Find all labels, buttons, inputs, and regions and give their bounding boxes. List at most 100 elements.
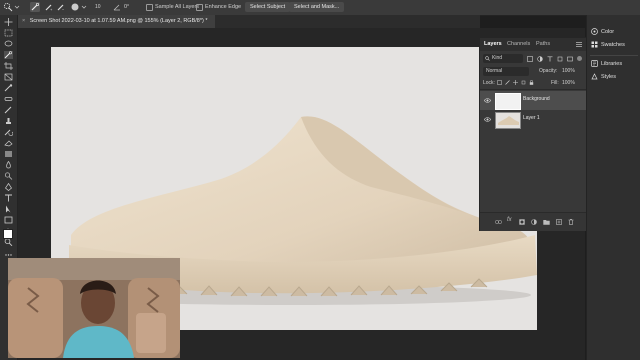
- brush-size-value[interactable]: 10: [95, 2, 101, 12]
- angle-icon: [113, 4, 120, 11]
- sample-all-layers-label: Sample All Layers: [155, 4, 200, 10]
- filter-shape-icon[interactable]: [557, 56, 563, 62]
- filter-smart-object-icon[interactable]: [567, 56, 573, 62]
- svg-text:−: −: [62, 7, 65, 12]
- select-subject-button[interactable]: Select Subject: [245, 2, 291, 12]
- search-icon: [485, 56, 490, 61]
- lock-all-icon[interactable]: [529, 80, 534, 85]
- rectangular-marquee-tool-icon[interactable]: [4, 29, 13, 37]
- new-selection-brush-icon[interactable]: [30, 2, 40, 12]
- options-bar: + − 10 0° Sample All Layers Enhance Edge…: [0, 0, 640, 16]
- filter-type-icon[interactable]: [547, 56, 553, 62]
- quick-selection-tool-icon[interactable]: [3, 2, 13, 12]
- gradient-tool-icon[interactable]: [4, 150, 13, 158]
- eyedropper-tool-icon[interactable]: [4, 84, 13, 92]
- blend-mode-value: Normal: [486, 68, 503, 74]
- dodge-tool-icon[interactable]: [4, 172, 13, 180]
- dock-divider: [590, 55, 638, 56]
- close-tab-icon[interactable]: ×: [18, 18, 25, 24]
- zoom-tool-icon[interactable]: [4, 238, 13, 246]
- blend-mode-select[interactable]: Normal: [483, 67, 529, 76]
- layer-thumbnail: [495, 112, 521, 129]
- brush-options-chevron-icon[interactable]: [81, 2, 87, 12]
- document-tab-title: Screen Shot 2022-03-10 at 1.07.59 AM.png…: [29, 18, 208, 24]
- add-mask-icon[interactable]: [519, 219, 525, 225]
- layer-thumbnail: [495, 93, 521, 110]
- dock-swatches[interactable]: Swatches: [591, 40, 625, 50]
- layer-row[interactable]: Background: [480, 91, 586, 110]
- svg-text:+: +: [50, 7, 53, 12]
- dock-libraries-label: Libraries: [601, 61, 623, 67]
- lock-position-icon[interactable]: [513, 80, 518, 85]
- opacity-label: Opacity:: [539, 68, 558, 74]
- brush-tool-icon[interactable]: [4, 106, 13, 114]
- path-selection-tool-icon[interactable]: [4, 205, 13, 213]
- layer-row[interactable]: Layer 1: [480, 110, 586, 129]
- brush-options-icon[interactable]: [70, 2, 80, 12]
- dock-styles[interactable]: Styles: [591, 72, 616, 82]
- tab-paths[interactable]: Paths: [536, 38, 550, 51]
- sample-all-layers-checkbox[interactable]: [146, 4, 153, 11]
- layer-style-fx-icon[interactable]: fx: [507, 217, 512, 223]
- lock-transparent-icon[interactable]: [497, 80, 502, 85]
- enhance-edge-label: Enhance Edge: [205, 4, 242, 10]
- frame-tool-icon[interactable]: [4, 73, 13, 81]
- visibility-eye-icon[interactable]: [484, 97, 491, 104]
- eraser-tool-icon[interactable]: [4, 139, 13, 147]
- dock-color-label: Color: [601, 29, 615, 35]
- crop-tool-icon[interactable]: [4, 62, 13, 70]
- type-tool-icon[interactable]: [4, 194, 13, 202]
- layers-footer: fx: [480, 212, 586, 231]
- quick-selection-tool-icon[interactable]: [4, 51, 13, 59]
- fill-value[interactable]: 100%: [562, 79, 575, 87]
- subtract-from-selection-brush-icon[interactable]: −: [56, 2, 66, 12]
- lasso-tool-icon[interactable]: [4, 40, 13, 48]
- lock-label: Lock:: [483, 80, 495, 86]
- layer-name[interactable]: Layer 1: [523, 115, 540, 121]
- history-brush-tool-icon[interactable]: [4, 128, 13, 136]
- filter-pixel-icon[interactable]: [527, 56, 533, 62]
- filter-kind-label: Kind: [492, 55, 503, 61]
- fill-label: Fill:: [551, 80, 559, 86]
- layers-panel: Layers Channels Paths Kind Normal Opacit…: [479, 37, 587, 231]
- right-dock: Color Swatches Libraries Styles: [586, 15, 640, 360]
- chevron-down-icon[interactable]: [14, 2, 20, 12]
- new-group-icon[interactable]: [543, 219, 550, 225]
- filter-adjustment-icon[interactable]: [537, 56, 543, 62]
- healing-brush-tool-icon[interactable]: [4, 95, 13, 103]
- layer-name[interactable]: Background: [523, 96, 550, 102]
- styles-icon: [591, 73, 598, 80]
- rectangle-tool-icon[interactable]: [4, 216, 13, 224]
- lock-pixels-icon[interactable]: [505, 80, 510, 85]
- dock-styles-label: Styles: [601, 74, 616, 80]
- visibility-eye-icon[interactable]: [484, 116, 491, 123]
- adjustment-layer-icon[interactable]: [531, 219, 537, 225]
- trash-icon[interactable]: [568, 219, 574, 225]
- webcam-overlay: [8, 258, 180, 358]
- webcam-presenter-image: [8, 258, 180, 358]
- angle-value[interactable]: 0°: [124, 2, 129, 12]
- layer-filter-kind[interactable]: Kind: [483, 54, 523, 63]
- clone-stamp-tool-icon[interactable]: [4, 117, 13, 125]
- add-to-selection-brush-icon[interactable]: +: [44, 2, 54, 12]
- dock-color[interactable]: Color: [591, 27, 614, 37]
- link-layers-icon[interactable]: [495, 219, 502, 225]
- dock-libraries[interactable]: Libraries: [591, 59, 622, 69]
- opacity-value[interactable]: 100%: [562, 67, 575, 75]
- lock-artboard-icon[interactable]: [521, 80, 526, 85]
- panel-divider: [480, 89, 586, 90]
- tab-layers[interactable]: Layers: [484, 38, 502, 51]
- pen-tool-icon[interactable]: [4, 183, 13, 191]
- select-and-mask-button[interactable]: Select and Mask...: [289, 2, 345, 12]
- libraries-icon: [591, 60, 598, 67]
- color-wheel-icon: [591, 28, 598, 35]
- panel-menu-icon[interactable]: [576, 42, 582, 47]
- new-layer-icon[interactable]: [556, 219, 562, 225]
- filter-toggle[interactable]: [577, 56, 582, 61]
- blur-tool-icon[interactable]: [4, 161, 13, 169]
- move-tool-icon[interactable]: [4, 18, 13, 26]
- tab-channels[interactable]: Channels: [507, 38, 530, 51]
- document-tab[interactable]: × Screen Shot 2022-03-10 at 1.07.59 AM.p…: [18, 15, 215, 28]
- foreground-color-swatch[interactable]: [3, 229, 13, 239]
- enhance-edge-checkbox[interactable]: [196, 4, 203, 11]
